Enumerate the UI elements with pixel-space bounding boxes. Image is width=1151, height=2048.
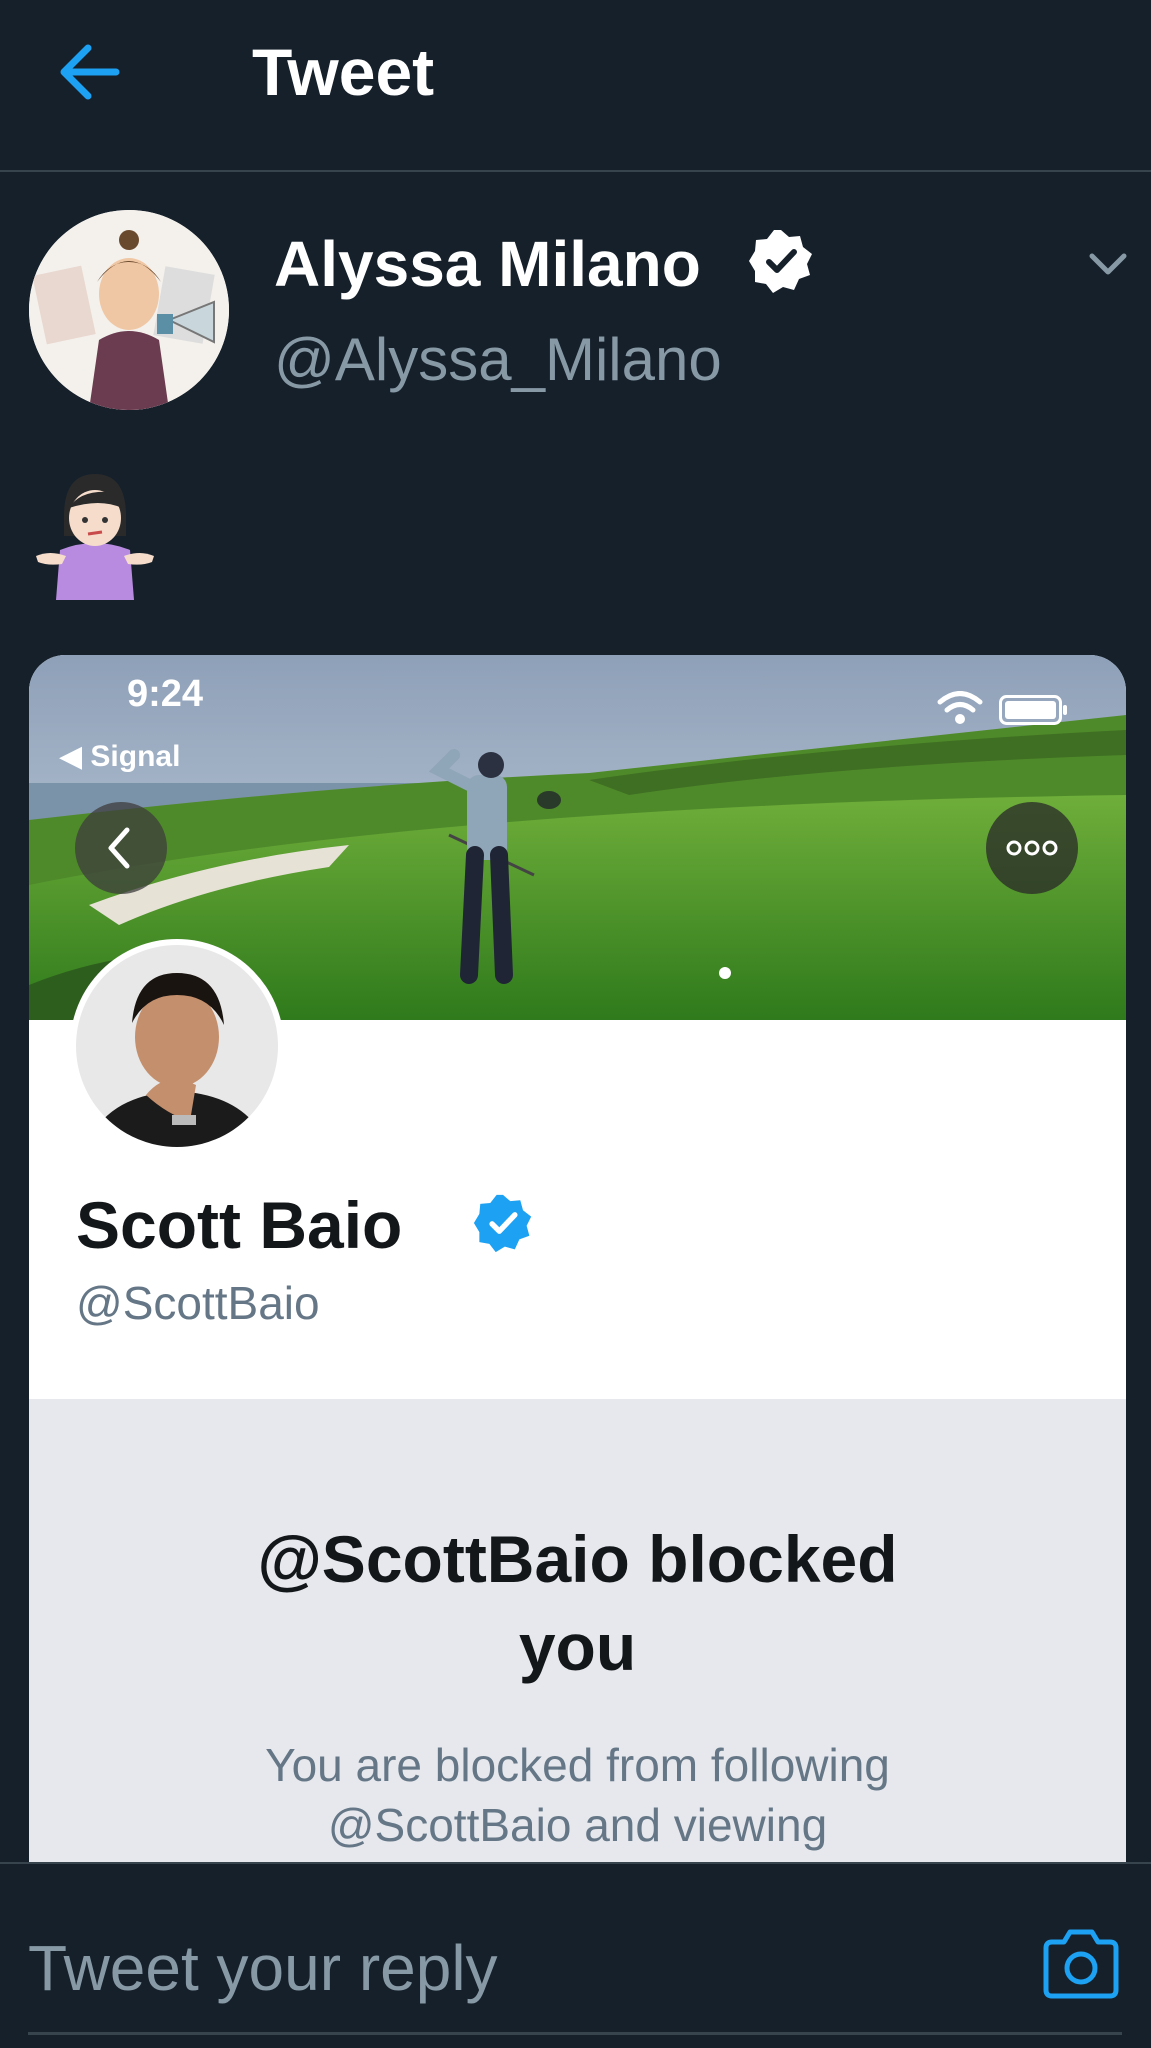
banner-back-button[interactable] — [75, 802, 167, 894]
battery-icon — [999, 695, 1067, 725]
blocked-description: You are blocked from following @ScottBai… — [29, 1735, 1126, 1855]
author-handle[interactable]: @Alyssa_Milano — [274, 324, 722, 396]
profile-name: Scott Baio — [76, 1188, 403, 1262]
status-back-app: ◀ Signal — [59, 740, 181, 773]
status-time: 9:24 — [127, 673, 204, 715]
page-title: Tweet — [252, 35, 435, 109]
camera-icon[interactable] — [1040, 1924, 1122, 2004]
blocked-description-line-2: @ScottBaio and viewing — [327, 1799, 828, 1851]
blocked-title: @ScottBaio blocked you — [29, 1515, 1126, 1691]
verified-badge-icon — [473, 1194, 532, 1253]
blocked-description-line-1: You are blocked from following — [265, 1739, 890, 1791]
author-name[interactable]: Alyssa Milano — [274, 226, 701, 302]
shrug-emoji — [30, 470, 160, 600]
blocked-title-line-1: @ScottBaio blocked — [257, 1522, 898, 1596]
profile-handle: @ScottBaio — [76, 1277, 320, 1329]
chevron-left-icon — [108, 827, 130, 869]
top-bar: Tweet — [0, 0, 1151, 172]
reply-bar — [0, 1862, 1151, 2048]
chevron-down-icon[interactable] — [1084, 244, 1132, 284]
reply-input[interactable] — [28, 1928, 1008, 2008]
author-avatar[interactable] — [29, 210, 229, 410]
tweet-media-image[interactable]: 9:24 ◀ Signal Scott Baio @ScottBaio @Sco… — [29, 655, 1126, 1865]
blocked-title-line-2: you — [518, 1610, 637, 1684]
verified-badge-icon — [749, 230, 812, 293]
reply-underline — [28, 2032, 1122, 2035]
profile-avatar — [70, 939, 284, 1153]
wifi-icon — [937, 691, 983, 724]
arrow-left-icon[interactable] — [52, 34, 128, 110]
more-horizontal-icon — [1006, 840, 1058, 856]
banner-more-button[interactable] — [986, 802, 1078, 894]
